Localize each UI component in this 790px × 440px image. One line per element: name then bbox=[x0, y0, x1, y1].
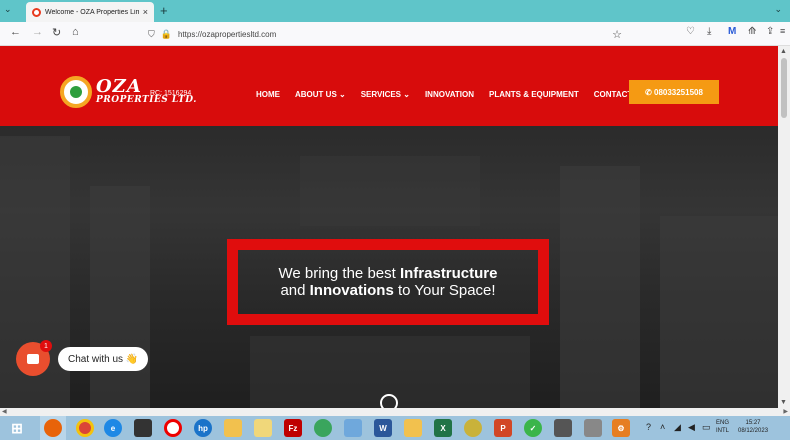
tab-close-icon[interactable]: × bbox=[143, 7, 148, 17]
horizontal-scrollbar[interactable]: ◀ ▶ bbox=[0, 408, 790, 416]
scroll-down-icon[interactable]: ▼ bbox=[780, 399, 787, 406]
chat-notification-badge: 1 bbox=[40, 340, 52, 352]
browser-window: ⌄ Welcome - OZA Properties Lim × + ⌄ ← →… bbox=[0, 0, 790, 440]
tray-expand-icon[interactable]: ˄ bbox=[660, 422, 665, 432]
menu-plants-equipment[interactable]: PLANTS & EQUIPMENT bbox=[489, 90, 579, 99]
firefox-icon[interactable] bbox=[44, 419, 62, 437]
url-bar[interactable]: ⛉ 🔒 https://ozapropertiesltd.com ☆ bbox=[148, 25, 622, 43]
taskbar: ⊞ e hp Fz W X P ✓ ⚙ ? ˄ ◢ ◀ ▭ ENG INTL 1… bbox=[0, 416, 790, 440]
phone-button[interactable]: ✆ 08033251508 bbox=[629, 80, 719, 104]
logo-house-icon bbox=[60, 76, 92, 108]
tabs-dropdown-icon[interactable]: ⌄ bbox=[774, 4, 782, 15]
reload-button[interactable]: ↻ bbox=[52, 26, 61, 39]
navigation-bar: ← → ↻ ⌂ ⛉ 🔒 https://ozapropertiesltd.com… bbox=[0, 22, 790, 46]
pocket-icon[interactable]: ♡ bbox=[686, 26, 695, 37]
volume-icon[interactable]: ◀ bbox=[688, 422, 695, 433]
filezilla-icon[interactable]: Fz bbox=[284, 419, 302, 437]
menu-home[interactable]: HOME bbox=[256, 90, 280, 99]
check-icon[interactable]: ✓ bbox=[524, 419, 542, 437]
notes-icon[interactable] bbox=[344, 419, 362, 437]
scroll-up-icon[interactable]: ▲ bbox=[780, 48, 787, 55]
main-menu: HOME ABOUT US ⌄ SERVICES ⌄ INNOVATION PL… bbox=[256, 90, 647, 99]
network-icon[interactable]: ◢ bbox=[674, 422, 681, 433]
app-icon[interactable] bbox=[134, 419, 152, 437]
excel-icon[interactable]: X bbox=[434, 419, 452, 437]
vertical-scrollbar[interactable]: ▲ ▼ bbox=[778, 46, 790, 408]
opera-icon[interactable] bbox=[164, 419, 182, 437]
edge-icon[interactable]: e bbox=[104, 419, 122, 437]
battery-icon[interactable]: ▭ bbox=[702, 422, 711, 433]
powerpoint-icon[interactable]: P bbox=[494, 419, 512, 437]
chat-label[interactable]: Chat with us 👋 bbox=[58, 347, 149, 371]
rc-number: RC: 1516294 bbox=[150, 90, 192, 97]
files-icon[interactable] bbox=[404, 419, 422, 437]
chrome-icon[interactable] bbox=[76, 419, 94, 437]
help-icon[interactable]: ? bbox=[646, 422, 651, 432]
chat-bubble-icon bbox=[27, 354, 39, 364]
account-icon[interactable]: M bbox=[728, 26, 736, 37]
new-tab-button[interactable]: + bbox=[160, 3, 168, 18]
windows-start-icon[interactable]: ⊞ bbox=[8, 419, 26, 437]
home-button[interactable]: ⌂ bbox=[72, 26, 79, 38]
tab-title: Welcome - OZA Properties Lim bbox=[45, 8, 139, 16]
folder-icon[interactable] bbox=[224, 419, 242, 437]
list-all-tabs-icon[interactable]: ⌄ bbox=[4, 4, 12, 15]
bookmark-star-icon[interactable]: ☆ bbox=[612, 28, 622, 41]
settings-icon[interactable]: ⚙ bbox=[612, 419, 630, 437]
menu-contact[interactable]: CONTACT bbox=[594, 90, 633, 99]
tracking-shield-icon[interactable]: ⛉ bbox=[148, 29, 155, 40]
forward-button[interactable]: → bbox=[32, 26, 43, 38]
mail-icon[interactable] bbox=[254, 419, 272, 437]
site-header: OZA PROPERTIES LTD. RC: 1516294 HOME ABO… bbox=[0, 46, 778, 126]
hero-line-2: and Innovations to Your Space! bbox=[280, 282, 496, 299]
menu-about-us[interactable]: ABOUT US ⌄ bbox=[295, 90, 346, 99]
url-text[interactable]: https://ozapropertiesltd.com bbox=[178, 30, 612, 39]
lock-icon[interactable]: 🔒 bbox=[161, 29, 172, 40]
app4-icon[interactable] bbox=[554, 419, 572, 437]
download-icon[interactable]: ⤓ bbox=[707, 26, 711, 37]
hero-line-1: We bring the best Infrastructure bbox=[278, 265, 498, 282]
word-icon[interactable]: W bbox=[374, 419, 392, 437]
app2-icon[interactable] bbox=[314, 419, 332, 437]
language-indicator[interactable]: ENG INTL bbox=[716, 419, 729, 435]
back-button[interactable]: ← bbox=[10, 26, 21, 38]
menu-icon[interactable]: ≡ bbox=[780, 26, 785, 36]
menu-services[interactable]: SERVICES ⌄ bbox=[361, 90, 410, 99]
scroll-left-icon[interactable]: ◀ bbox=[2, 408, 7, 415]
scroll-down-indicator-icon[interactable] bbox=[380, 394, 398, 408]
scroll-right-icon[interactable]: ▶ bbox=[783, 408, 788, 415]
app5-icon[interactable] bbox=[584, 419, 602, 437]
hero-headline-box: We bring the best Infrastructure and Inn… bbox=[227, 239, 549, 325]
clock-date: 08/12/2023 bbox=[738, 428, 769, 434]
tab-strip: ⌄ Welcome - OZA Properties Lim × + ⌄ bbox=[0, 0, 790, 22]
hp-icon[interactable]: hp bbox=[194, 419, 212, 437]
clock-time: 15:27 bbox=[745, 420, 761, 426]
share-icon[interactable]: ⇪ bbox=[766, 26, 774, 37]
extensions-icon[interactable]: ⟰ bbox=[748, 26, 756, 37]
app3-icon[interactable] bbox=[464, 419, 482, 437]
scrollbar-thumb[interactable] bbox=[781, 58, 787, 118]
favicon-icon bbox=[32, 7, 41, 17]
system-clock[interactable]: 15:27 08/12/2023 bbox=[738, 419, 768, 435]
menu-innovation[interactable]: INNOVATION bbox=[425, 90, 474, 99]
tab-welcome[interactable]: Welcome - OZA Properties Lim × bbox=[26, 2, 154, 22]
